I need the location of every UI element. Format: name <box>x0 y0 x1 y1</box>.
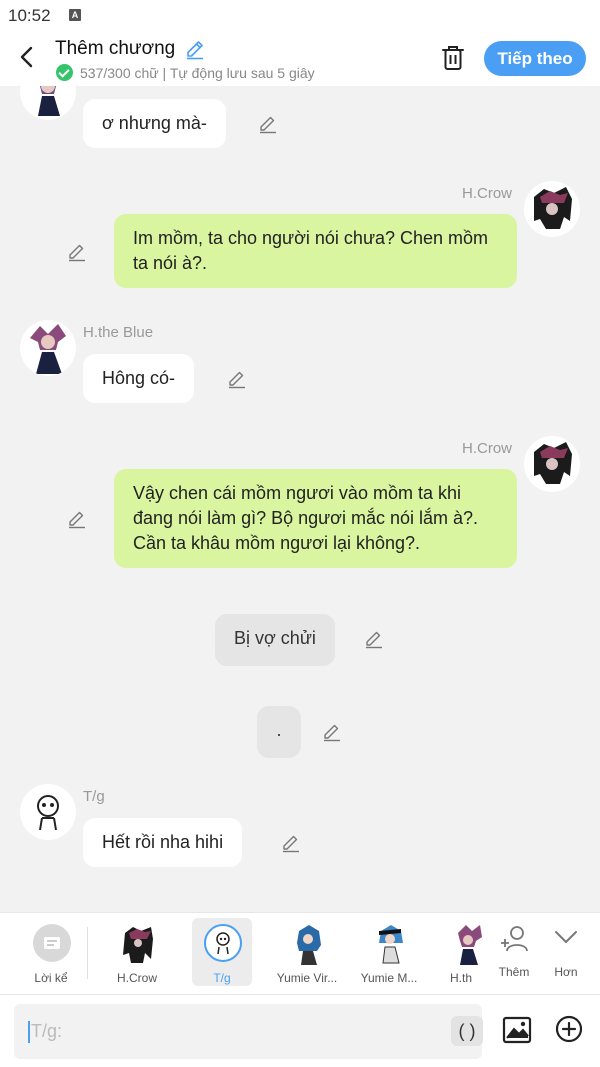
status-time: 10:52 <box>8 6 51 25</box>
character-bar: Lời kể H.Crow T/g Yumie Vir... Yumie M..… <box>0 912 600 994</box>
narration-bubble[interactable]: . <box>257 706 301 758</box>
edit-message-icon[interactable] <box>67 509 87 529</box>
message-bubble[interactable]: Hông có- <box>83 354 195 403</box>
image-icon[interactable] <box>502 1015 532 1045</box>
character-yumie-m[interactable]: Yumie M... <box>358 913 420 995</box>
chat-area[interactable]: ơ nhưng mà- H.Crow Im mồm, ta cho người … <box>0 86 600 912</box>
edit-message-icon[interactable] <box>227 369 247 389</box>
author-avatar <box>204 924 242 962</box>
h-the-blue-avatar <box>458 925 482 965</box>
edit-message-icon[interactable] <box>281 833 301 853</box>
character-h-the-blue[interactable]: H.th <box>440 913 482 995</box>
divider <box>87 927 88 979</box>
add-character-button[interactable]: Thêm <box>488 913 540 995</box>
notification-icon: A <box>69 9 81 21</box>
page-title: Thêm chương <box>55 38 176 59</box>
character-label: T/g <box>213 971 231 985</box>
h-crow-avatar <box>123 927 153 963</box>
autosave-status: 537/300 chữ | Tự động lưu sau 5 giây <box>56 64 315 81</box>
message-bubble[interactable]: ơ nhưng mà- <box>83 99 226 148</box>
avatar-h-crow[interactable] <box>524 181 580 237</box>
character-label: H.Crow <box>116 971 157 985</box>
speech-bubble-icon <box>33 924 71 962</box>
sender-name: H.Crow <box>462 440 513 457</box>
character-label: Yumie Vir... <box>276 971 338 985</box>
edit-message-icon[interactable] <box>67 242 87 262</box>
app-bar: Thêm chương 537/300 chữ | Tự động lưu sa… <box>0 30 600 86</box>
trash-icon[interactable] <box>440 44 466 72</box>
character-label: Yumie M... <box>360 971 418 985</box>
avatar-h-crow[interactable] <box>524 436 580 492</box>
back-arrow-icon[interactable] <box>14 44 40 70</box>
edit-message-icon[interactable] <box>364 629 384 649</box>
character-h-crow[interactable]: H.Crow <box>106 913 168 995</box>
narration-bubble[interactable]: Bị vợ chửi <box>215 614 335 666</box>
edit-message-icon[interactable] <box>322 722 342 742</box>
input-bar: T/g: ( ) <box>0 994 600 1067</box>
avatar-h-the-blue[interactable] <box>20 86 76 120</box>
character-yumie-vir[interactable]: Yumie Vir... <box>276 913 338 995</box>
check-icon <box>56 64 73 81</box>
chevron-down-icon <box>555 931 577 943</box>
character-label: H.th <box>449 971 472 985</box>
character-narrator[interactable]: Lời kể <box>20 913 82 995</box>
edit-title-icon[interactable] <box>184 38 206 60</box>
avatar-author[interactable] <box>20 784 76 840</box>
more-label: Hơn <box>554 965 578 979</box>
input-placeholder: T/g: <box>31 1021 63 1041</box>
sender-name: H.Crow <box>462 185 513 202</box>
add-label: Thêm <box>498 965 530 979</box>
parentheses-button[interactable]: ( ) <box>451 1016 483 1046</box>
avatar-h-the-blue[interactable] <box>20 320 76 376</box>
yumie-m-avatar <box>379 925 403 964</box>
message-bubble[interactable]: Vậy chen cái mồm ngươi vào mồm ta khi đa… <box>114 469 517 568</box>
more-button[interactable]: Hơn <box>540 913 592 995</box>
next-button[interactable]: Tiếp theo <box>484 41 586 76</box>
status-bar: 10:52 A <box>0 0 600 30</box>
sender-name: H.the Blue <box>83 324 154 341</box>
yumie-vir-avatar <box>297 925 321 965</box>
message-bubble[interactable]: Im mồm, ta cho người nói chưa? Chen mồm … <box>114 214 517 288</box>
add-circle-icon[interactable] <box>555 1015 583 1043</box>
word-count-text: 537/300 chữ | Tự động lưu sau 5 giây <box>80 64 315 81</box>
add-person-icon <box>501 926 528 952</box>
character-label: Lời kể <box>34 971 68 985</box>
edit-message-icon[interactable] <box>258 114 278 134</box>
character-author[interactable]: T/g <box>191 913 253 995</box>
message-input[interactable]: T/g: ( ) <box>14 1004 483 1059</box>
text-caret <box>28 1021 30 1043</box>
message-bubble[interactable]: Hết rồi nha hihi <box>83 818 243 867</box>
sender-name: T/g <box>83 788 105 805</box>
